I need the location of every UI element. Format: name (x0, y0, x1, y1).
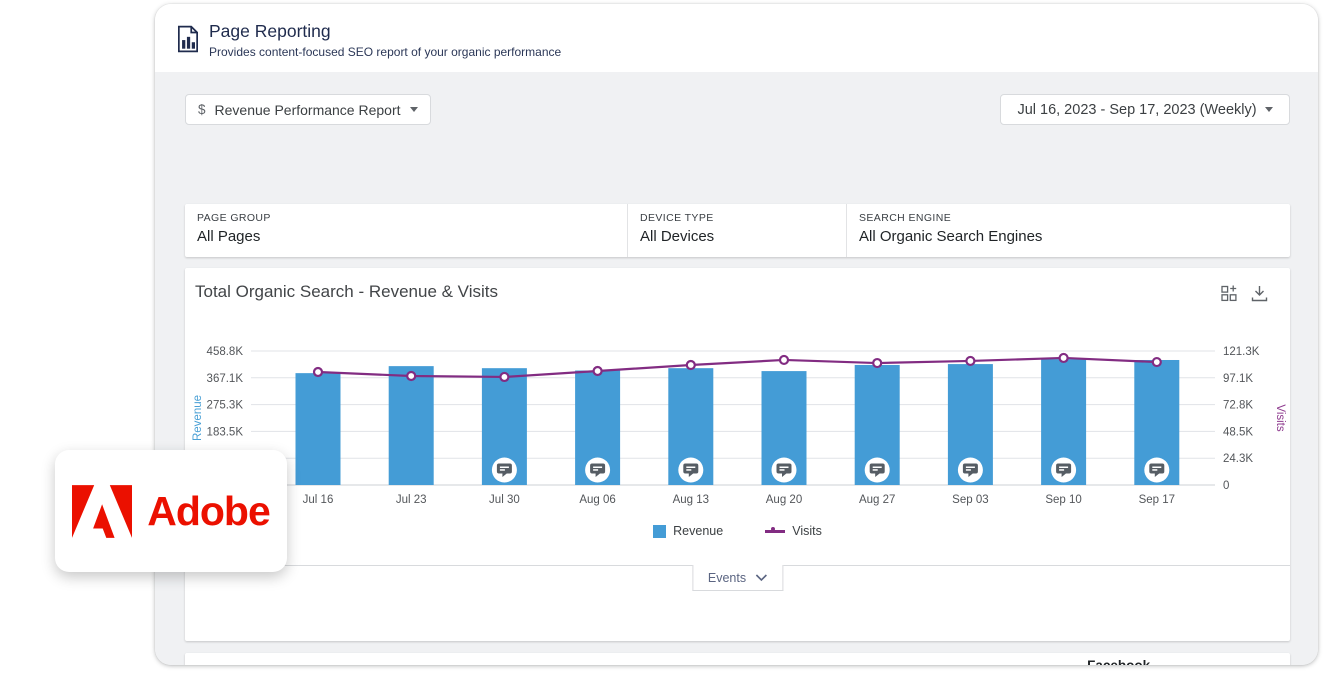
chart-title: Total Organic Search - Revenue & Visits (195, 282, 498, 302)
filter-bar: PAGE GROUP All Pages DEVICE TYPE All Dev… (185, 204, 1290, 257)
download-icon[interactable] (1251, 285, 1268, 307)
svg-text:Aug 13: Aug 13 (673, 494, 709, 506)
filter-label: DEVICE TYPE (640, 212, 846, 224)
svg-text:Sep 03: Sep 03 (952, 494, 988, 506)
legend-item-revenue[interactable]: Revenue (653, 524, 723, 538)
svg-text:72.8K: 72.8K (1223, 400, 1253, 412)
svg-text:367.1K: 367.1K (207, 373, 244, 385)
svg-text:48.5K: 48.5K (1223, 426, 1253, 438)
svg-text:97.1K: 97.1K (1223, 373, 1253, 385)
revenue-swatch-icon (653, 525, 666, 538)
date-range-dropdown[interactable]: Jul 16, 2023 - Sep 17, 2023 (Weekly) (1000, 94, 1290, 125)
svg-text:Visits: Visits (1274, 404, 1286, 432)
svg-text:Aug 06: Aug 06 (579, 494, 615, 506)
page-title: Page Reporting (209, 21, 331, 42)
legend-label: Revenue (673, 524, 723, 538)
events-label: Events (708, 571, 746, 585)
svg-text:121.3K: 121.3K (1223, 346, 1260, 358)
report-type-dropdown[interactable]: $ Revenue Performance Report (185, 94, 431, 125)
chevron-down-icon (1265, 107, 1273, 112)
chart-card: Total Organic Search - Revenue & Visits (185, 268, 1290, 641)
events-toggle-button[interactable]: Events (692, 565, 783, 591)
panel-header: Page Reporting Provides content-focused … (155, 4, 1318, 72)
filter-page-group[interactable]: PAGE GROUP All Pages (185, 204, 627, 257)
page-reporting-panel: Page Reporting Provides content-focused … (155, 4, 1318, 665)
summary-table: Reporting Period Revenue Revenue Change … (185, 653, 1290, 665)
svg-text:Jul 23: Jul 23 (396, 494, 427, 506)
legend-label: Visits (792, 524, 822, 538)
filter-device-type[interactable]: DEVICE TYPE All Devices (627, 204, 846, 257)
page-report-icon (176, 25, 200, 58)
add-to-dashboard-icon[interactable] (1221, 285, 1238, 307)
filter-label: PAGE GROUP (197, 212, 627, 224)
date-range-label: Jul 16, 2023 - Sep 17, 2023 (Weekly) (1017, 102, 1256, 118)
col-facebook-likes-shares: Facebook Likes/Shares (1058, 658, 1180, 665)
svg-text:0: 0 (1223, 480, 1229, 492)
page-subtitle: Provides content-focused SEO report of y… (209, 45, 561, 59)
event-annotation-icon (678, 458, 703, 483)
event-annotation-icon (492, 458, 517, 483)
adobe-logo-icon (72, 485, 132, 538)
filter-value: All Organic Search Engines (859, 228, 1290, 245)
filter-value: All Devices (640, 228, 846, 245)
event-annotation-icon (585, 458, 610, 483)
svg-text:Aug 20: Aug 20 (766, 494, 802, 506)
svg-text:275.3K: 275.3K (207, 400, 244, 412)
svg-text:24.3K: 24.3K (1223, 453, 1253, 465)
event-annotation-icon (958, 458, 983, 483)
svg-text:Sep 17: Sep 17 (1139, 494, 1175, 506)
event-annotation-icon (1144, 458, 1169, 483)
svg-text:Aug 27: Aug 27 (859, 494, 895, 506)
svg-text:458.8K: 458.8K (207, 346, 244, 358)
summary-table-header: Reporting Period Revenue Revenue Change … (185, 653, 1290, 665)
revenue-visits-chart[interactable]: 458.8K 121.3K 367.1K 97.1K 275.3K 72.8K 183.5K… (185, 326, 1290, 516)
chevron-down-icon (410, 107, 418, 112)
dollar-icon: $ (198, 102, 206, 117)
adobe-wordmark: Adobe (147, 488, 270, 535)
filter-search-engine[interactable]: SEARCH ENGINE All Organic Search Engines (846, 204, 1290, 257)
adobe-logo-card: Adobe (55, 450, 287, 572)
svg-text:183.5K: 183.5K (207, 426, 244, 438)
event-annotation-icon (865, 458, 890, 483)
filter-label: SEARCH ENGINE (859, 212, 1290, 224)
event-annotation-icon (772, 458, 797, 483)
panel-body: $ Revenue Performance Report Jul 16, 202… (155, 72, 1318, 665)
filter-value: All Pages (197, 228, 627, 245)
event-annotation-icon (1051, 458, 1076, 483)
chart-legend: Revenue Visits (185, 524, 1290, 538)
legend-item-visits[interactable]: Visits (765, 524, 822, 538)
svg-text:Jul 30: Jul 30 (489, 494, 520, 506)
svg-text:Revenue: Revenue (192, 395, 204, 441)
svg-text:Jul 16: Jul 16 (303, 494, 334, 506)
chevron-down-icon (755, 574, 767, 582)
report-type-label: Revenue Performance Report (215, 102, 401, 118)
visits-marker-icon (765, 525, 785, 538)
svg-text:Sep 10: Sep 10 (1045, 494, 1081, 506)
